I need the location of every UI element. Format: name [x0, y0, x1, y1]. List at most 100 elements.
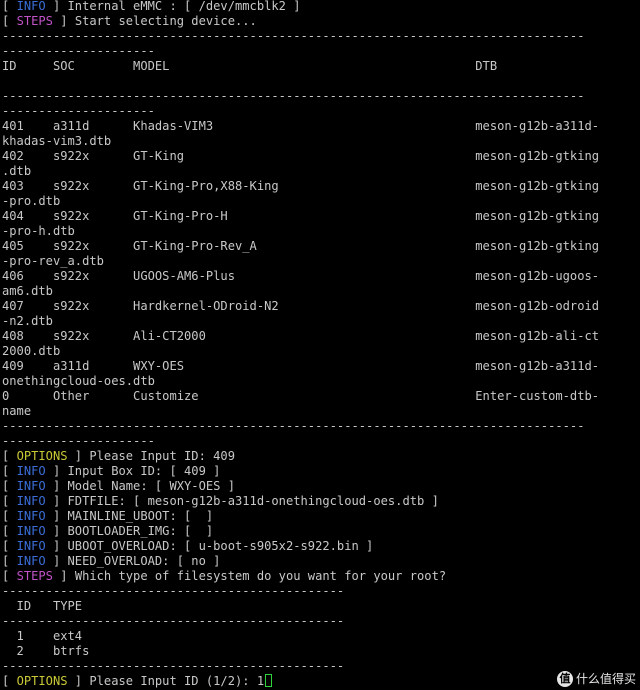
- output-line: 403 s922x GT-King-Pro,X88-King meson-g12…: [2, 179, 640, 194]
- options-tag: OPTIONS: [16, 674, 68, 688]
- info-tag: INFO: [16, 464, 46, 478]
- divider-text: ----------------------------------------…: [2, 29, 585, 43]
- log-line: [ INFO ] NEED_OVERLOAD: [ no ]: [2, 554, 221, 568]
- output-text: khadas-vim3.dtb: [2, 134, 112, 148]
- output-text: -pro.dtb: [2, 194, 61, 208]
- output-line: am6.dtb: [2, 284, 640, 299]
- divider-text: ----------------------------------------…: [2, 584, 345, 598]
- info-tag: INFO: [16, 539, 46, 553]
- log-message: Start selecting device...: [74, 14, 257, 28]
- divider: ----------------------------------------…: [2, 419, 640, 434]
- output-text: 404 s922x GT-King-Pro-H meson-g12b-gtkin…: [2, 209, 600, 223]
- output-text: ID TYPE: [2, 599, 83, 613]
- output-line: 404 s922x GT-King-Pro-H meson-g12b-gtkin…: [2, 209, 640, 224]
- divider-text: ----------------------------------------…: [2, 659, 345, 673]
- output-text: 1 ext4: [2, 629, 83, 643]
- log-message: Internal eMMC : [ /dev/mmcblk2 ]: [67, 0, 301, 13]
- output-line: 401 a311d Khadas-VIM3 meson-g12b-a311d-: [2, 119, 640, 134]
- output-line: onethingcloud-oes.dtb: [2, 374, 640, 389]
- divider: ---------------------: [2, 104, 640, 119]
- info-tag: INFO: [16, 524, 46, 538]
- output-line: 408 s922x Ali-CT2000 meson-g12b-ali-ct: [2, 329, 640, 344]
- divider: ----------------------------------------…: [2, 614, 640, 629]
- divider-text: ---------------------: [2, 44, 155, 58]
- info-tag: INFO: [16, 0, 46, 13]
- output-line: 2000.dtb: [2, 344, 640, 359]
- output-line: 2 btrfs: [2, 644, 640, 659]
- output-text: .dtb: [2, 164, 32, 178]
- log-message: NEED_OVERLOAD: [ no ]: [67, 554, 221, 568]
- divider-text: ----------------------------------------…: [2, 89, 585, 103]
- log-line: [ STEPS ] Which type of filesystem do yo…: [2, 569, 447, 583]
- output-text: am6.dtb: [2, 284, 53, 298]
- terminal-output: [ INFO ] Internal eMMC : [ /dev/mmcblk2 …: [2, 0, 640, 689]
- output-text: name: [2, 404, 32, 418]
- output-text: 409 a311d WXY-OES meson-g12b-a311d-: [2, 359, 600, 373]
- output-text: 405 s922x GT-King-Pro-Rev_A meson-g12b-g…: [2, 239, 600, 253]
- watermark-text: 什么值得买: [575, 672, 636, 686]
- log-message: MAINLINE_UBOOT: [ ]: [67, 509, 214, 523]
- output-text: 406 s922x UGOOS-AM6-Plus meson-g12b-ugoo…: [2, 269, 600, 283]
- info-tag: INFO: [16, 554, 46, 568]
- options-tag: OPTIONS: [16, 449, 68, 463]
- output-line: ID TYPE: [2, 599, 640, 614]
- divider: ----------------------------------------…: [2, 584, 640, 599]
- watermark-logo-icon: 值: [556, 670, 573, 687]
- output-line: name: [2, 404, 640, 419]
- info-tag: INFO: [16, 494, 46, 508]
- steps-tag: STEPS: [16, 14, 53, 28]
- log-message: Which type of filesystem do you want for…: [74, 569, 447, 583]
- info-tag: INFO: [16, 479, 46, 493]
- text-cursor[interactable]: [265, 674, 273, 687]
- output-text: ID SOC MODEL DTB: [2, 59, 498, 73]
- output-text: -pro-rev_a.dtb: [2, 254, 104, 268]
- divider-text: ----------------------------------------…: [2, 614, 345, 628]
- output-line: -pro-h.dtb: [2, 224, 640, 239]
- input-prompt-line: [ OPTIONS ] Please Input ID (1/2): 1: [2, 674, 640, 689]
- output-line: 406 s922x UGOOS-AM6-Plus meson-g12b-ugoo…: [2, 269, 640, 284]
- info-tag: INFO: [16, 509, 46, 523]
- steps-tag: STEPS: [16, 569, 53, 583]
- log-message: UBOOT_OVERLOAD: [ u-boot-s905x2-s922.bin…: [67, 539, 374, 553]
- log-line: [ INFO ] Model Name: [ WXY-OES ]: [2, 479, 235, 493]
- output-text: 403 s922x GT-King-Pro,X88-King meson-g12…: [2, 179, 600, 193]
- output-text: 401 a311d Khadas-VIM3 meson-g12b-a311d-: [2, 119, 600, 133]
- log-line: [ INFO ] BOOTLOADER_IMG: [ ]: [2, 524, 214, 538]
- output-text: 0 Other Customize Enter-custom-dtb-: [2, 389, 600, 403]
- log-line: [ STEPS ] Start selecting device...: [2, 14, 257, 28]
- log-line: [ INFO ] MAINLINE_UBOOT: [ ]: [2, 509, 214, 523]
- divider-text: ---------------------: [2, 104, 155, 118]
- divider: ----------------------------------------…: [2, 29, 640, 44]
- output-line: .dtb: [2, 164, 640, 179]
- divider: ---------------------: [2, 44, 640, 59]
- output-line: ID SOC MODEL DTB: [2, 59, 640, 74]
- output-text: 402 s922x GT-King meson-g12b-gtking: [2, 149, 600, 163]
- divider: ----------------------------------------…: [2, 659, 640, 674]
- log-line: [ INFO ] FDTFILE: [ meson-g12b-a311d-one…: [2, 494, 439, 508]
- log-message: Model Name: [ WXY-OES ]: [67, 479, 235, 493]
- output-line: khadas-vim3.dtb: [2, 134, 640, 149]
- divider: ---------------------: [2, 434, 640, 449]
- output-text: 408 s922x Ali-CT2000 meson-g12b-ali-ct: [2, 329, 600, 343]
- output-line: 409 a311d WXY-OES meson-g12b-a311d-: [2, 359, 640, 374]
- output-line: 402 s922x GT-King meson-g12b-gtking: [2, 149, 640, 164]
- divider: ----------------------------------------…: [2, 89, 640, 104]
- output-text: -pro-h.dtb: [2, 224, 75, 238]
- output-line: -pro.dtb: [2, 194, 640, 209]
- output-text: 2 btrfs: [2, 644, 90, 658]
- output-text: -n2.dtb: [2, 314, 53, 328]
- divider-text: ---------------------: [2, 434, 155, 448]
- output-text: onethingcloud-oes.dtb: [2, 374, 155, 388]
- output-line: 405 s922x GT-King-Pro-Rev_A meson-g12b-g…: [2, 239, 640, 254]
- output-line: 407 s922x Hardkernel-ODroid-N2 meson-g12…: [2, 299, 640, 314]
- output-line: 1 ext4: [2, 629, 640, 644]
- log-line: [ INFO ] Internal eMMC : [ /dev/mmcblk2 …: [2, 0, 301, 13]
- divider-text: ----------------------------------------…: [2, 419, 585, 433]
- output-line: 0 Other Customize Enter-custom-dtb-: [2, 389, 640, 404]
- log-message: FDTFILE: [ meson-g12b-a311d-onethingclou…: [67, 494, 439, 508]
- output-text: 407 s922x Hardkernel-ODroid-N2 meson-g12…: [2, 299, 600, 313]
- log-line: [ INFO ] UBOOT_OVERLOAD: [ u-boot-s905x2…: [2, 539, 374, 553]
- output-text: 2000.dtb: [2, 344, 61, 358]
- log-message: Please Input ID (1/2): 1: [89, 674, 265, 688]
